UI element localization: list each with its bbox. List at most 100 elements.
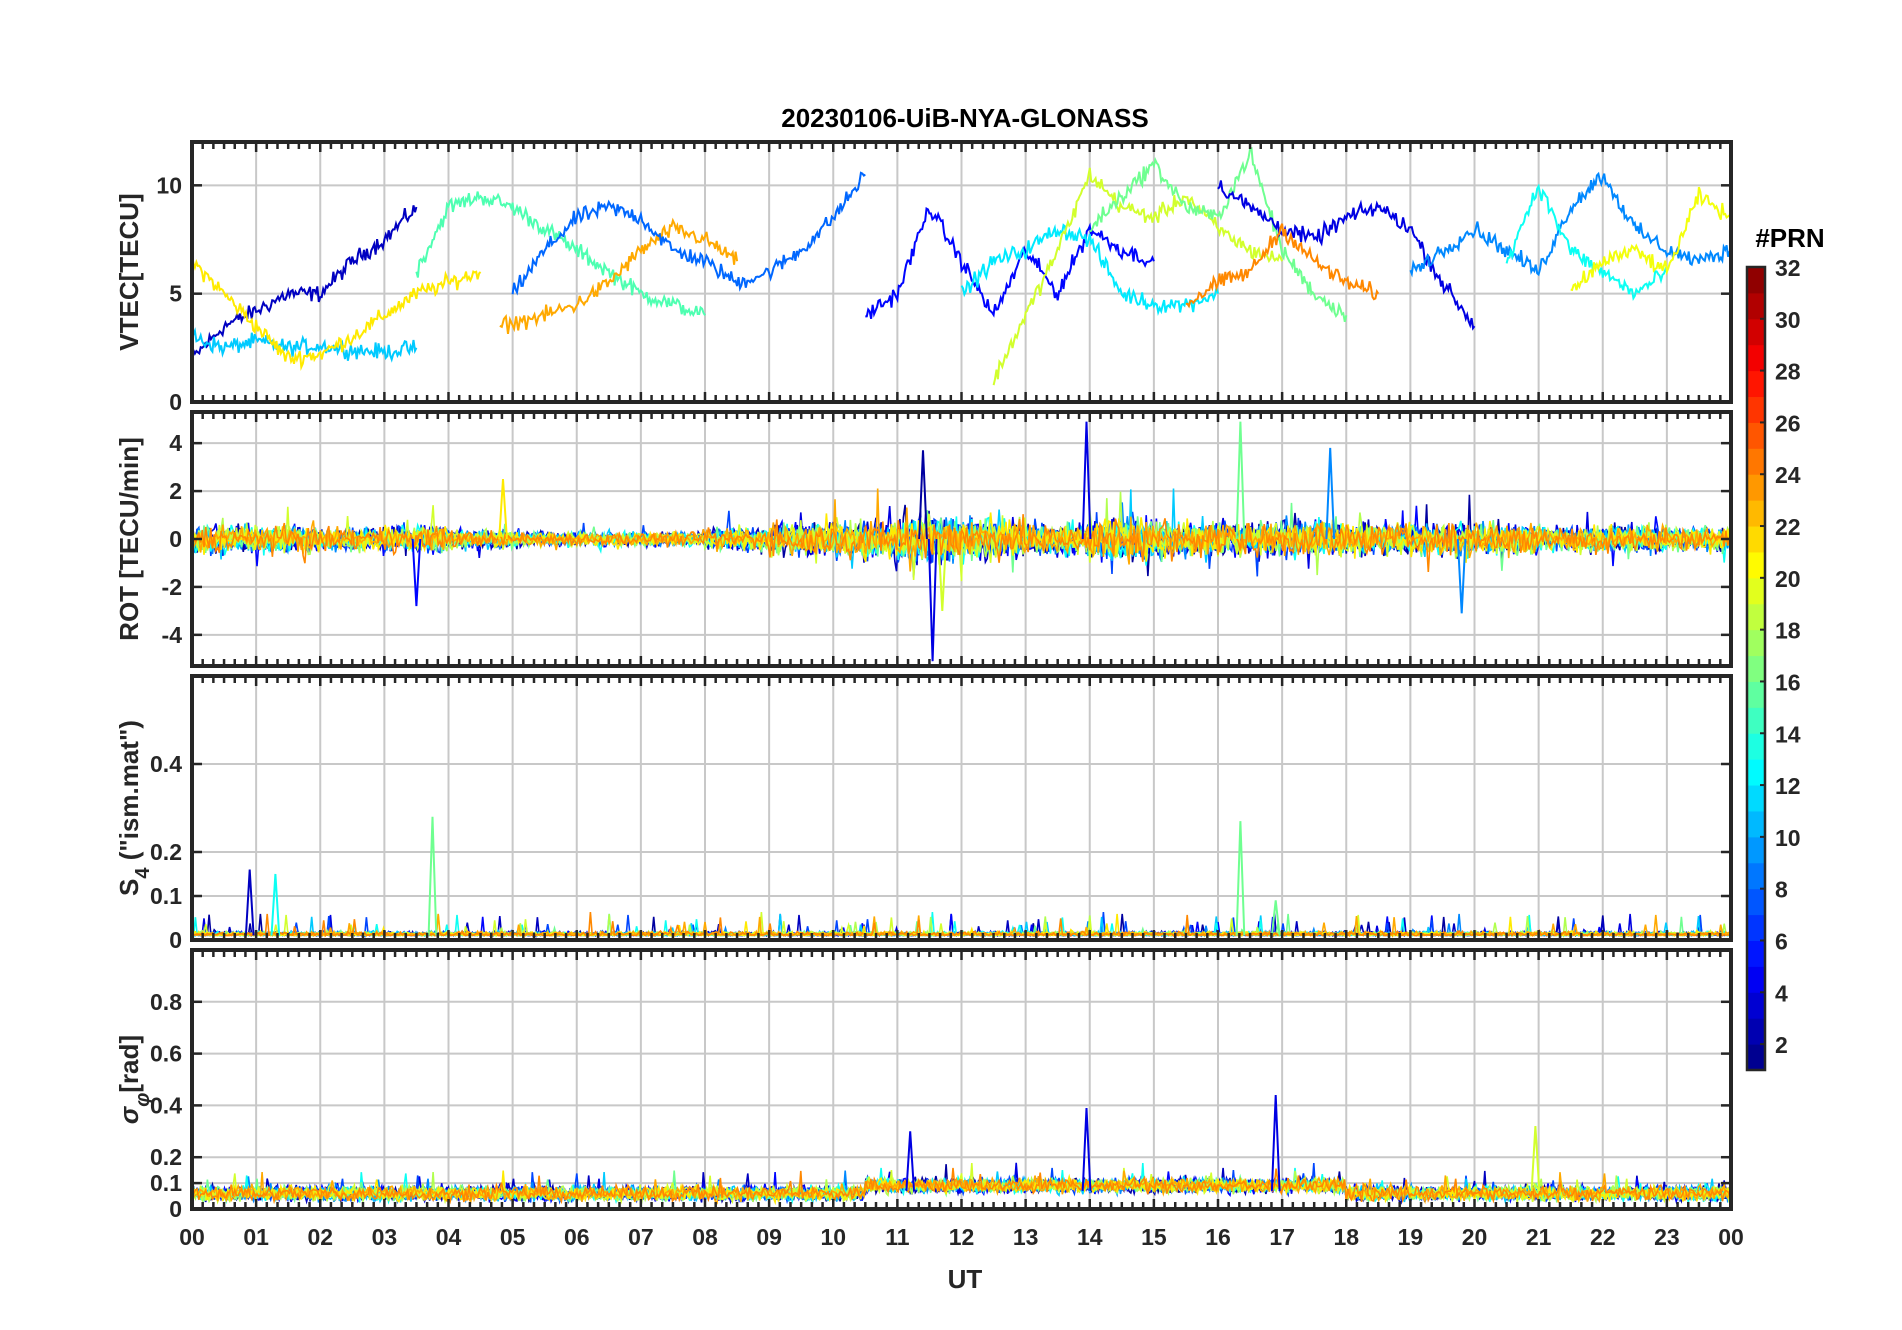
x-tick-label: 12: [949, 1224, 975, 1250]
colorbar-tick-label: 18: [1775, 618, 1801, 644]
x-tick-label: 16: [1205, 1224, 1231, 1250]
colorbar-segment: [1747, 707, 1765, 734]
colorbar-tick-label: 24: [1775, 462, 1801, 488]
colorbar-segment: [1747, 603, 1765, 631]
colorbar-segment: [1747, 733, 1765, 760]
x-tick-label: 01: [243, 1224, 269, 1250]
y-axis-label: VTEC[TECU]: [114, 193, 144, 350]
x-tick-label: 13: [1013, 1224, 1039, 1250]
colorbar-segment: [1747, 785, 1765, 812]
y-tick-label: 0.2: [150, 839, 182, 865]
panel-1: 0 5 10 VTEC[TECU]: [114, 140, 1733, 415]
colorbar-segment: [1747, 1018, 1765, 1045]
colorbar-tick-label: 2: [1775, 1032, 1788, 1058]
y-tick-label: 0.4: [150, 751, 182, 777]
colorbar-segment: [1747, 344, 1765, 372]
series-line-prn-3: [192, 205, 418, 359]
x-tick-label: 15: [1141, 1224, 1167, 1250]
colorbar-segment: [1747, 655, 1765, 682]
x-tick-label: 18: [1333, 1224, 1359, 1250]
panel-3: 0 0.1 0.2 0.4S4 ("ism.mat"): [114, 674, 1733, 953]
series-line-prn-8: [511, 171, 866, 296]
colorbar-title: #PRN: [1755, 223, 1824, 253]
colorbar-segment: [1747, 759, 1765, 786]
colorbar-segment: [1747, 500, 1765, 527]
chart-title: 20230106-UiB-NYA-GLONASS: [781, 103, 1149, 133]
colorbar-segment: [1747, 888, 1765, 916]
colorbar-segment: [1747, 940, 1765, 967]
x-tick-label: 23: [1654, 1224, 1680, 1250]
x-tick-label: 00: [179, 1224, 205, 1250]
figure: 20230106-UiB-NYA-GLONASS 0510VTEC[TECU]-…: [114, 103, 1825, 1294]
colorbar-segment: [1747, 1044, 1765, 1071]
x-axis-label: UT: [948, 1264, 983, 1294]
colorbar-segment: [1747, 810, 1765, 838]
x-tick-label: 19: [1398, 1224, 1424, 1250]
colorbar-tick-label: 30: [1775, 307, 1801, 333]
y-tick-label: -2: [162, 574, 182, 600]
x-tick-label: 08: [692, 1224, 718, 1250]
y-axis-label: σφ[rad]: [114, 1035, 154, 1124]
y-tick-label: -4: [162, 622, 183, 648]
y-tick-label: 2: [169, 478, 182, 504]
y-tick-label: 5: [169, 281, 182, 307]
colorbar-segment: [1747, 526, 1765, 553]
colorbar-segment: [1747, 292, 1765, 320]
y-axis-label: ROT [TECU/min]: [114, 437, 144, 641]
spike-mark: [1235, 821, 1246, 936]
colorbar-segment: [1747, 836, 1765, 864]
colorbar-segment: [1747, 629, 1765, 657]
colorbar-segment: [1747, 914, 1765, 941]
y-tick-label: 0: [169, 389, 182, 415]
x-tick-label: 11: [885, 1224, 910, 1250]
series-line-prn-15: [415, 191, 706, 318]
y-tick-label: 0.6: [150, 1041, 182, 1067]
colorbar-segment: [1747, 992, 1765, 1019]
y-tick-label: 0: [169, 927, 182, 953]
colorbar-tick-label: 32: [1775, 255, 1801, 281]
x-tick-label: 00: [1718, 1224, 1744, 1250]
y-tick-label: 0.1: [150, 1170, 182, 1196]
grid: [192, 950, 1731, 1210]
y-axis-label: S4 ("ism.mat"): [114, 720, 154, 896]
colorbar-tick-label: 26: [1775, 410, 1801, 436]
x-tick-label: 03: [372, 1224, 398, 1250]
colorbar-segment: [1747, 577, 1765, 605]
y-tick-label: 0: [169, 1196, 182, 1222]
y-tick-label: 10: [156, 172, 182, 198]
x-tick-label: 09: [756, 1224, 782, 1250]
x-tick-label: 20: [1462, 1224, 1488, 1250]
x-tick-label: 21: [1526, 1224, 1552, 1250]
colorbar-segment: [1747, 318, 1765, 346]
x-tick-label: 05: [500, 1224, 526, 1250]
y-tick-label: 0.2: [150, 1144, 182, 1170]
colorbar-tick-label: 16: [1775, 669, 1801, 695]
colorbar-tick-label: 20: [1775, 566, 1801, 592]
series-line-prn-20: [1570, 186, 1731, 292]
series-line-prn-5: [865, 207, 1155, 319]
colorbar-segment: [1747, 448, 1765, 475]
colorbar-segment: [1747, 474, 1765, 501]
x-tick-label: 06: [564, 1224, 590, 1250]
colorbar-tick-label: 4: [1775, 980, 1788, 1006]
colorbar-tick-label: 14: [1775, 721, 1801, 747]
colorbar-tick-label: 12: [1775, 773, 1801, 799]
spike-mark: [427, 816, 438, 936]
x-tick-label: 17: [1269, 1224, 1295, 1250]
x-tick-label: 10: [820, 1224, 846, 1250]
colorbar-tick-label: 6: [1775, 928, 1788, 954]
panel-4: 00.10.2 0.4 0.6 0.8 σφ[rad] 00 01 02 03 04 05 06 07 0…: [114, 948, 1744, 1250]
y-tick-label: 0.1: [150, 883, 182, 909]
colorbar-segment: [1747, 862, 1765, 890]
panels: 0510VTEC[TECU]-4-2024ROT [TECU/min]00.10…: [114, 140, 1744, 1250]
colorbar-segment: [1747, 551, 1765, 579]
y-tick-label: 4: [169, 430, 182, 456]
x-tick-label: 22: [1590, 1224, 1616, 1250]
x-tick-label: 02: [307, 1224, 333, 1250]
series-line-prn-9: [1409, 171, 1731, 278]
colorbar-segment: [1747, 966, 1765, 993]
x-tick-label: 07: [628, 1224, 654, 1250]
colorbar-segment: [1747, 681, 1765, 708]
x-tick-label: 04: [436, 1224, 462, 1250]
y-tick-label: 0: [169, 526, 182, 552]
